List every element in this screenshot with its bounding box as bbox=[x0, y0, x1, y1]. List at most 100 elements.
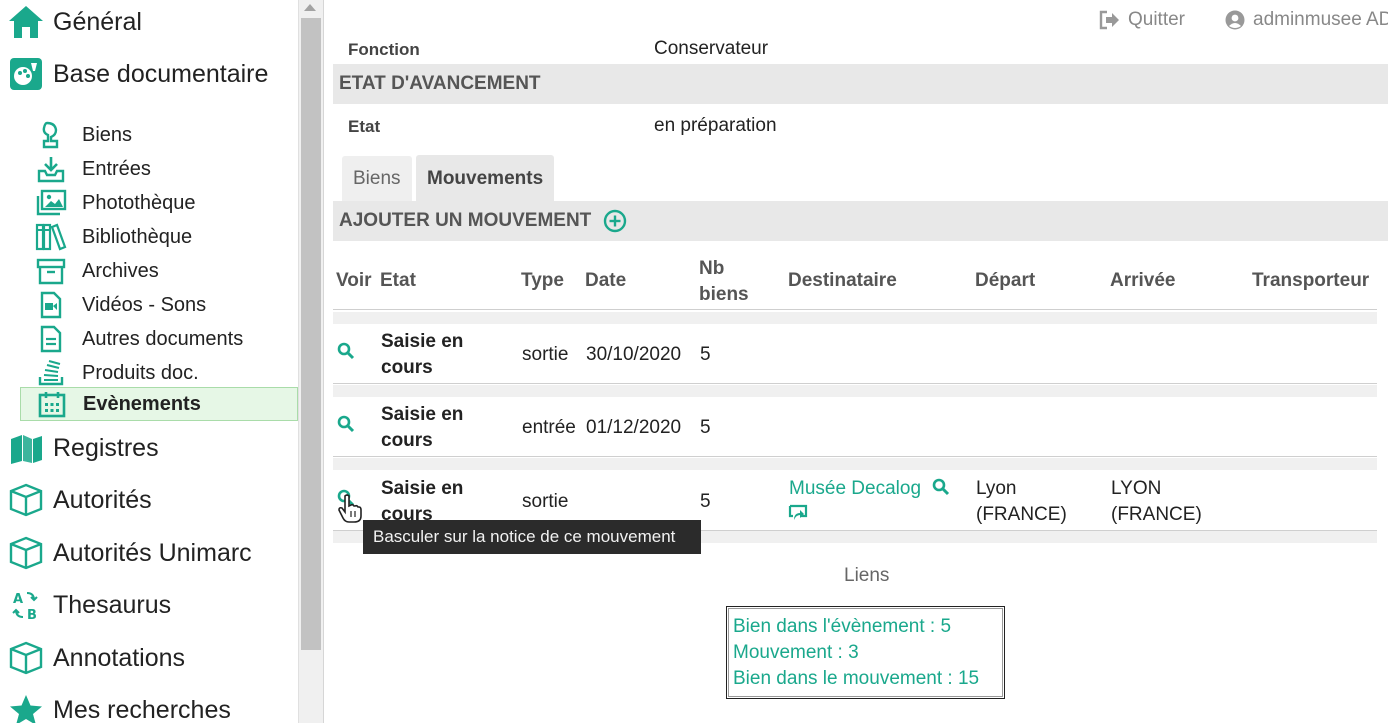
svg-text:A: A bbox=[13, 592, 23, 607]
sidebar-item-produits-doc[interactable]: Produits doc. bbox=[20, 356, 298, 390]
row-date: 01/12/2020 bbox=[586, 417, 682, 438]
books-icon bbox=[0, 431, 52, 465]
tooltip: Basculer sur la notice de ce mouvement bbox=[363, 520, 701, 554]
sidebar-item-archives[interactable]: Archives bbox=[20, 254, 298, 288]
column-header-nb-line2: biens bbox=[699, 284, 749, 305]
link-item[interactable]: Mouvement : 3 bbox=[733, 640, 998, 666]
etat-label: Etat bbox=[348, 117, 381, 136]
sidebar-item-bibliotheque[interactable]: Bibliothèque bbox=[20, 220, 298, 254]
row-arrivee-line1: LYON bbox=[1111, 478, 1162, 499]
images-icon bbox=[20, 189, 82, 217]
sidebar-item-videos-sons[interactable]: Vidéos - Sons bbox=[20, 288, 298, 322]
row-type: entrée bbox=[522, 417, 576, 438]
sidebar-item-label: Base documentaire bbox=[53, 59, 269, 88]
sidebar-item-label: Thesaurus bbox=[53, 590, 172, 619]
column-header-type: Type bbox=[521, 270, 564, 291]
magnifier-icon[interactable] bbox=[337, 342, 355, 360]
link-item[interactable]: Bien dans l'évènement : 5 bbox=[733, 614, 998, 640]
sidebar-item-label: Vidéos - Sons bbox=[82, 293, 207, 316]
row-arrivee-line2: (FRANCE) bbox=[1111, 504, 1202, 525]
sidebar-item-label: Autorités bbox=[53, 485, 152, 514]
sidebar-item-label: Annotations bbox=[53, 643, 186, 672]
sidebar-item-biens[interactable]: Biens bbox=[20, 118, 298, 152]
sidebar-item-thesaurus[interactable]: AB Thesaurus bbox=[0, 583, 171, 627]
sidebar-item-base-documentaire[interactable]: Base documentaire bbox=[0, 52, 268, 96]
sidebar-item-entrees[interactable]: Entrées bbox=[20, 152, 298, 186]
sidebar-item-label: Autorités Unimarc bbox=[53, 538, 252, 567]
column-header-transporteur: Transporteur bbox=[1252, 270, 1370, 291]
etat-value: en préparation bbox=[654, 115, 777, 136]
svg-text:B: B bbox=[27, 608, 37, 621]
row-etat-line2: cours bbox=[381, 430, 433, 451]
home-icon bbox=[0, 4, 52, 40]
user-circle-icon bbox=[1225, 10, 1245, 30]
scroll-up-arrow-icon[interactable] bbox=[304, 4, 316, 11]
user-label: adminmusee AD bbox=[1253, 9, 1388, 30]
sidebar: Général Base documentaire Biens Entrées … bbox=[0, 0, 300, 723]
column-header-depart: Départ bbox=[975, 270, 1036, 291]
row-nb: 5 bbox=[700, 344, 711, 365]
column-header-voir: Voir bbox=[336, 270, 372, 291]
tab-biens[interactable]: Biens bbox=[342, 156, 412, 202]
quit-label: Quitter bbox=[1127, 9, 1185, 30]
palette-icon bbox=[0, 57, 52, 91]
sidebar-item-annotations[interactable]: Annotations bbox=[0, 636, 185, 680]
sidebar-item-autorites[interactable]: Autorités bbox=[0, 478, 152, 522]
sidebar-item-label: Entrées bbox=[82, 157, 151, 180]
sidebar-item-autorites-unimarc[interactable]: Autorités Unimarc bbox=[0, 531, 252, 575]
row-divider bbox=[333, 456, 1377, 457]
document-icon bbox=[20, 325, 82, 353]
link-item[interactable]: Bien dans le mouvement : 15 bbox=[733, 666, 998, 692]
row-etat-line1: Saisie en bbox=[381, 331, 464, 352]
sculpture-icon bbox=[20, 121, 82, 149]
links-title: Liens bbox=[844, 565, 890, 586]
column-header-nb-line1: Nb bbox=[699, 258, 725, 279]
sidebar-item-autres-documents[interactable]: Autres documents bbox=[20, 322, 298, 356]
sidebar-item-label: Archives bbox=[82, 259, 159, 282]
add-circle-icon[interactable] bbox=[603, 209, 627, 233]
switch-record-icon[interactable] bbox=[788, 504, 808, 522]
scrollbar-thumb[interactable] bbox=[301, 18, 321, 650]
user-menu[interactable]: adminmusee AD bbox=[1225, 6, 1388, 34]
sidebar-item-label: Registres bbox=[53, 433, 159, 462]
video-file-icon bbox=[20, 291, 82, 319]
archive-box-icon bbox=[20, 257, 82, 285]
sidebar-item-phototheque[interactable]: Photothèque bbox=[20, 186, 298, 220]
sidebar-item-registres[interactable]: Registres bbox=[0, 426, 159, 470]
books-icon bbox=[20, 223, 82, 251]
sidebar-item-general[interactable]: Général bbox=[0, 0, 142, 44]
column-header-arrivee: Arrivée bbox=[1110, 270, 1176, 291]
row-separator bbox=[333, 312, 1377, 324]
row-type: sortie bbox=[522, 491, 569, 512]
sidebar-scrollbar[interactable] bbox=[298, 0, 324, 723]
row-depart-line2: (FRANCE) bbox=[976, 504, 1067, 525]
header-divider bbox=[333, 309, 1377, 310]
row-date: 30/10/2020 bbox=[586, 344, 682, 365]
row-divider bbox=[333, 383, 1377, 384]
sidebar-item-evenements[interactable]: Evènements bbox=[20, 387, 298, 421]
star-icon bbox=[0, 694, 52, 723]
quit-button[interactable]: Quitter bbox=[1098, 6, 1185, 34]
cube-icon bbox=[0, 482, 52, 518]
sidebar-item-label: Général bbox=[53, 7, 142, 36]
magnifier-icon[interactable] bbox=[337, 415, 355, 433]
cube-icon bbox=[0, 640, 52, 676]
magnifier-icon[interactable] bbox=[932, 478, 950, 496]
sidebar-item-mes-recherches[interactable]: Mes recherches bbox=[0, 688, 231, 723]
row-nb: 5 bbox=[700, 417, 711, 438]
row-etat-line2: cours bbox=[381, 504, 433, 522]
row-type: sortie bbox=[522, 344, 569, 365]
tab-mouvements[interactable]: Mouvements bbox=[416, 155, 555, 202]
stack-icon bbox=[20, 359, 82, 387]
main-content: Quitter adminmusee AD Fonction Conservat… bbox=[324, 0, 1388, 723]
hand-pointer-cursor-icon bbox=[337, 494, 363, 524]
row-depart-line1: Lyon bbox=[976, 478, 1017, 499]
add-movement-label: AJOUTER UN MOUVEMENT bbox=[339, 210, 592, 231]
row-etat-line1: Saisie en bbox=[381, 478, 464, 499]
row-etat-line2: cours bbox=[381, 357, 433, 378]
destinataire-link[interactable]: Musée Decalog bbox=[789, 476, 921, 502]
sidebar-item-label: Mes recherches bbox=[53, 695, 231, 723]
sidebar-item-label: Bibliothèque bbox=[82, 225, 193, 248]
row-separator bbox=[333, 458, 1377, 470]
translate-icon: AB bbox=[0, 589, 52, 621]
